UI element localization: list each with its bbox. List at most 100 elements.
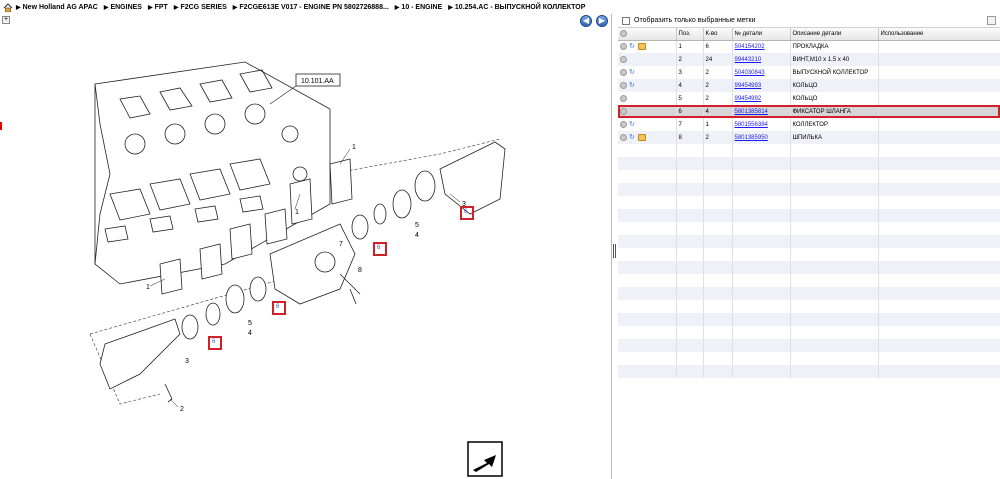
table-row[interactable]: 6 4 5801385814 ФИКСАТОР ШЛАНГА	[618, 105, 1000, 118]
part-number-link[interactable]: 5801385950	[735, 135, 768, 141]
table-row[interactable]: ↻ 8 2 5801385950 ШПИЛЬКА	[618, 131, 1000, 144]
part-number-link[interactable]: 99454992	[735, 96, 762, 102]
table-row[interactable]: 5 2 99454992 КОЛЬЦО	[618, 92, 1000, 105]
table-row[interactable]: ↻ 7 1 5801556384 КОЛЛЕКТОР	[618, 118, 1000, 131]
breadcrumb-item[interactable]: ▶ F2CG SERIES	[174, 4, 227, 11]
select-circle-icon[interactable]	[620, 68, 627, 76]
callout-highlight[interactable]: 6	[373, 242, 387, 256]
callout-number: 1	[295, 209, 299, 216]
table-row[interactable]: ↻ 3 2 504030843 ВЫПУСКНОЙ КОЛЛЕКТОР	[618, 66, 1000, 79]
cell-part-number: 504154202	[732, 40, 791, 53]
col-usage[interactable]: Использование	[878, 28, 1000, 41]
cell-pos: 4	[676, 79, 704, 92]
cell-pos: 7	[676, 118, 704, 131]
callout-number: 2	[180, 406, 184, 413]
table-header: Поз. К-во № детали Описание детали Испол…	[618, 28, 1000, 41]
stud	[349, 288, 357, 305]
show-selected-checkbox[interactable]	[622, 16, 630, 25]
select-circle-icon[interactable]	[620, 94, 627, 102]
select-circle-icon[interactable]	[620, 120, 627, 128]
part-number-link[interactable]: 504154202	[735, 44, 765, 50]
refresh-icon[interactable]: ↻	[629, 82, 636, 89]
breadcrumb-item[interactable]: ▶ New Holland AG APAC	[16, 4, 98, 11]
cell-part-number: 5801385950	[732, 131, 791, 144]
show-selected-label[interactable]: Отобразить только выбранные метки	[634, 17, 755, 24]
home-icon[interactable]	[3, 2, 13, 12]
package-icon[interactable]	[638, 133, 646, 141]
callout-highlight[interactable]: 6	[208, 336, 222, 350]
select-circle-icon[interactable]	[620, 81, 627, 89]
part-number-link[interactable]: 99443210	[735, 57, 762, 63]
empty-cell	[732, 352, 791, 365]
empty-cell	[676, 261, 704, 274]
empty-cell	[618, 235, 677, 248]
cell-qty: 4	[703, 105, 733, 118]
part-number-link[interactable]: 99454993	[735, 83, 762, 89]
empty-row	[618, 326, 1000, 339]
empty-cell	[878, 183, 1000, 196]
row-icons: ↻	[618, 79, 677, 92]
empty-row	[618, 339, 1000, 352]
callout-highlight[interactable]: 6	[460, 206, 474, 220]
empty-cell	[878, 326, 1000, 339]
empty-cell	[732, 196, 791, 209]
cell-usage	[878, 118, 1000, 131]
select-circle-icon[interactable]	[620, 55, 627, 63]
select-circle-icon[interactable]	[620, 107, 627, 115]
part-number-link[interactable]: 504030843	[735, 70, 765, 76]
breadcrumb-item[interactable]: ▶ ENGINES	[104, 4, 142, 11]
table-row[interactable]: 2 24 99443210 ВИНТ,M10 x 1.5 x 40	[618, 53, 1000, 66]
empty-cell	[790, 209, 879, 222]
empty-cell	[790, 196, 879, 209]
cell-usage	[878, 92, 1000, 105]
part-number-link[interactable]: 5801556384	[735, 122, 768, 128]
cell-part-number: 99454992	[732, 92, 791, 105]
package-icon[interactable]	[638, 43, 646, 51]
splitter-grip-icon[interactable]	[613, 244, 616, 258]
col-description[interactable]: Описание детали	[790, 28, 879, 41]
refresh-icon[interactable]: ↻	[629, 134, 636, 141]
col-pos[interactable]: Поз.	[676, 28, 704, 41]
empty-cell	[732, 183, 791, 196]
col-part-number[interactable]: № детали	[732, 28, 791, 41]
row-icons: ↻	[618, 131, 677, 144]
empty-cell	[878, 144, 1000, 157]
col-icons	[618, 28, 677, 41]
callout-number: 5	[248, 320, 252, 327]
table-row[interactable]: ↻ 1 6 504154202 ПРОКЛАДКА	[618, 40, 1000, 53]
refresh-icon[interactable]: ↻	[629, 43, 636, 50]
empty-cell	[878, 209, 1000, 222]
empty-cell	[732, 326, 791, 339]
part-number-link[interactable]: 5801385814	[735, 109, 768, 115]
breadcrumb-item[interactable]: ▶ 10 - ENGINE	[395, 4, 442, 11]
empty-cell	[732, 287, 791, 300]
select-circle-icon[interactable]	[620, 43, 627, 51]
header-circle-icon[interactable]	[620, 30, 627, 38]
refresh-icon[interactable]: ↻	[629, 121, 636, 128]
empty-cell	[676, 300, 704, 313]
empty-cell	[790, 313, 879, 326]
cell-qty: 2	[703, 79, 733, 92]
col-qty[interactable]: К-во	[703, 28, 733, 41]
empty-cell	[878, 170, 1000, 183]
link-arrow-icon[interactable]	[467, 441, 503, 477]
empty-cell	[790, 144, 879, 157]
diagram-pane[interactable]: + ◀ ▶ 10.101.AA 1 1 1 2 3 3 4 4 5 5 8 7 …	[0, 14, 612, 479]
empty-cell	[676, 222, 704, 235]
callout-highlight[interactable]: 6	[272, 301, 286, 315]
refresh-icon[interactable]: ↻	[629, 69, 636, 76]
breadcrumb-item[interactable]: ▶ FPT	[148, 4, 168, 11]
empty-cell	[618, 287, 677, 300]
select-circle-icon[interactable]	[620, 133, 627, 141]
export-icon[interactable]	[987, 16, 996, 25]
table-row[interactable]: ↻ 4 2 99454993 КОЛЬЦО	[618, 79, 1000, 92]
empty-row	[618, 352, 1000, 365]
empty-cell	[732, 222, 791, 235]
triangle-right-icon: ▶	[232, 4, 238, 11]
empty-cell	[618, 274, 677, 287]
empty-cell	[703, 287, 733, 300]
empty-row	[618, 300, 1000, 313]
breadcrumb-item[interactable]: ▶ F2CGE613E V017 - ENGINE PN 5802726888..…	[233, 4, 389, 11]
empty-row	[618, 144, 1000, 157]
empty-cell	[790, 287, 879, 300]
